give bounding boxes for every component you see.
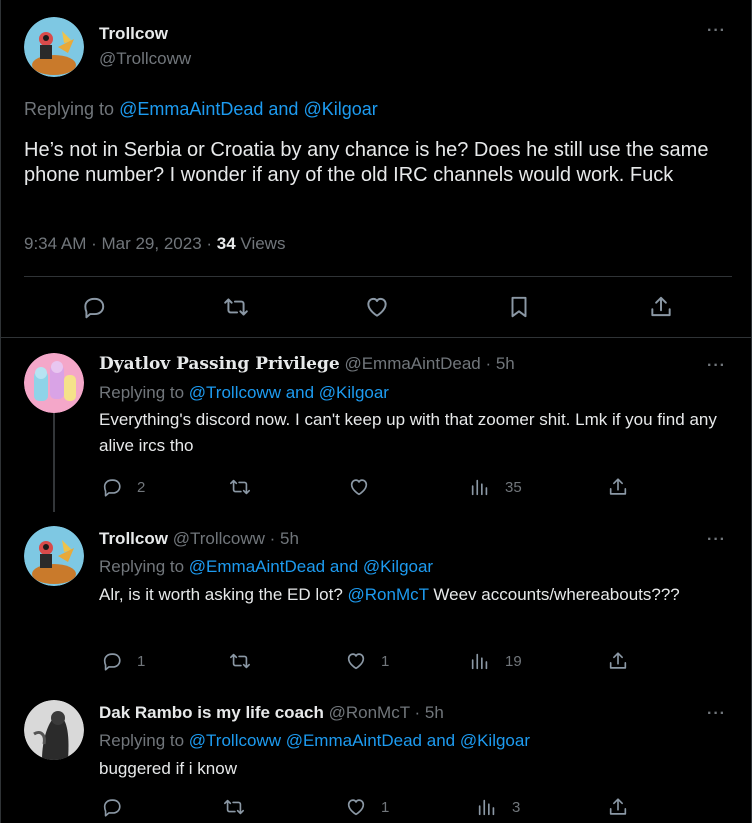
replying-to-users[interactable]: @Trollcoww @EmmaAintDead and @Kilgoar bbox=[189, 731, 530, 750]
tweet-timestamp[interactable]: 9:34 AM · Mar 29, 2023 · bbox=[24, 234, 217, 253]
thread-line bbox=[53, 412, 55, 512]
share-icon bbox=[651, 296, 671, 317]
replying-to-users[interactable]: @EmmaAintDead and @Kilgoar bbox=[119, 99, 378, 119]
retweet-icon bbox=[224, 799, 244, 815]
replying-to: Replying to @EmmaAintDead and @Kilgoar bbox=[99, 557, 433, 577]
avatar-emmaaintdead[interactable] bbox=[24, 353, 84, 413]
like-button[interactable]: 1 bbox=[345, 650, 389, 672]
views-button[interactable]: 35 bbox=[469, 476, 522, 498]
replying-to-users[interactable]: @Trollcoww and @Kilgoar bbox=[189, 383, 389, 402]
reply-icon bbox=[103, 799, 121, 817]
reply-tweet[interactable]: Dyatlov Passing Privilege @EmmaAintDead … bbox=[1, 340, 752, 512]
views-icon bbox=[478, 799, 495, 816]
views-count: 34 bbox=[216, 234, 236, 253]
retweet-button[interactable] bbox=[223, 796, 259, 818]
replying-to: Replying to @EmmaAintDead and @Kilgoar bbox=[24, 99, 378, 120]
author-handle[interactable]: @Trollcoww · 5h bbox=[173, 529, 299, 548]
more-options-icon[interactable]: ··· bbox=[707, 705, 726, 723]
views-label: Views bbox=[235, 234, 286, 253]
replying-to: Replying to @Trollcoww and @Kilgoar bbox=[99, 383, 389, 403]
replying-label: Replying to bbox=[99, 557, 185, 576]
more-options-icon[interactable]: ··· bbox=[707, 22, 726, 40]
reply-text-part: Alr, is it worth asking the ED lot? bbox=[99, 585, 348, 604]
share-button[interactable] bbox=[607, 476, 629, 498]
reply-text: buggered if i know bbox=[99, 759, 237, 778]
retweet-icon bbox=[224, 298, 248, 316]
like-count: 1 bbox=[381, 798, 390, 816]
view-count: 19 bbox=[505, 652, 522, 670]
author-line: Trollcow @Trollcoww · 5h bbox=[99, 529, 299, 549]
reply-button[interactable]: 2 bbox=[101, 476, 145, 498]
reply-text: Alr, is it worth asking the ED lot? @Ron… bbox=[99, 582, 739, 608]
mention-link[interactable]: @RonMcT bbox=[348, 585, 429, 604]
views-button[interactable]: 3 bbox=[476, 796, 520, 818]
tweet-meta: 9:34 AM · Mar 29, 2023 · 34 Views bbox=[24, 234, 285, 254]
main-action-bar bbox=[1, 288, 752, 328]
divider bbox=[24, 276, 732, 277]
reply-tweet[interactable]: Trollcow @Trollcoww · 5h ··· Replying to… bbox=[1, 514, 752, 684]
retweet-button[interactable] bbox=[229, 476, 265, 498]
author-name[interactable]: Trollcow bbox=[99, 529, 168, 548]
more-options-icon[interactable]: ··· bbox=[707, 531, 726, 549]
reply-tweet[interactable]: Dak Rambo is my life coach @RonMcT · 5h … bbox=[1, 688, 752, 823]
heart-icon bbox=[347, 799, 365, 816]
share-icon bbox=[609, 478, 627, 495]
avatar-trollcow[interactable] bbox=[24, 17, 84, 77]
reply-count: 2 bbox=[137, 478, 146, 496]
reply-button[interactable] bbox=[81, 294, 107, 320]
replying-label: Replying to bbox=[99, 383, 185, 402]
bookmark-icon bbox=[511, 296, 527, 318]
views-button[interactable]: 19 bbox=[469, 650, 522, 672]
avatar-ronmct[interactable] bbox=[24, 700, 84, 760]
avatar-trollcow[interactable] bbox=[24, 526, 84, 586]
like-button[interactable]: 1 bbox=[345, 796, 389, 818]
heart-icon bbox=[367, 297, 387, 317]
views-icon bbox=[471, 653, 488, 670]
retweet-button[interactable] bbox=[223, 294, 249, 320]
replying-to-users[interactable]: @EmmaAintDead and @Kilgoar bbox=[189, 557, 433, 576]
author-name[interactable]: Trollcow bbox=[99, 24, 168, 44]
more-options-icon[interactable]: ··· bbox=[707, 357, 726, 375]
like-button[interactable] bbox=[364, 294, 390, 320]
heart-icon bbox=[350, 479, 368, 496]
tweet-thread: Trollcow @Trollcoww ··· Replying to @Emm… bbox=[0, 0, 752, 823]
view-count: 3 bbox=[512, 798, 521, 816]
replying-label: Replying to bbox=[99, 731, 185, 750]
share-icon bbox=[609, 798, 627, 815]
retweet-button[interactable] bbox=[229, 650, 265, 672]
divider bbox=[1, 337, 752, 338]
like-button[interactable] bbox=[348, 476, 384, 498]
reply-count: 1 bbox=[137, 652, 146, 670]
view-count: 35 bbox=[505, 478, 522, 496]
views-icon bbox=[471, 479, 488, 496]
reply-icon bbox=[84, 297, 105, 319]
like-count: 1 bbox=[381, 652, 390, 670]
author-name[interactable]: Dyatlov Passing Privilege bbox=[99, 354, 340, 374]
tweet-text: He’s not in Serbia or Croatia by any cha… bbox=[24, 139, 709, 186]
retweet-icon bbox=[230, 653, 250, 669]
replying-to: Replying to @Trollcoww @EmmaAintDead and… bbox=[99, 731, 530, 751]
reply-text: Everything's discord now. I can't keep u… bbox=[99, 410, 717, 455]
reply-icon bbox=[103, 653, 121, 671]
share-button[interactable] bbox=[648, 294, 674, 320]
author-handle[interactable]: @EmmaAintDead · 5h bbox=[344, 354, 514, 373]
retweet-icon bbox=[230, 479, 250, 495]
reply-icon bbox=[103, 479, 121, 497]
replying-label: Replying to bbox=[24, 99, 115, 119]
heart-icon bbox=[347, 653, 365, 670]
share-button[interactable] bbox=[607, 650, 629, 672]
reply-text-part: Weev accounts/whereabouts??? bbox=[428, 585, 680, 604]
share-button[interactable] bbox=[607, 796, 629, 818]
main-tweet: Trollcow @Trollcoww ··· Replying to @Emm… bbox=[1, 0, 752, 340]
author-handle[interactable]: @RonMcT · 5h bbox=[329, 703, 444, 722]
author-line: Dak Rambo is my life coach @RonMcT · 5h bbox=[99, 703, 444, 723]
reply-button[interactable]: 1 bbox=[101, 650, 145, 672]
bookmark-button[interactable] bbox=[506, 294, 532, 320]
author-handle[interactable]: @Trollcoww bbox=[99, 49, 191, 69]
share-icon bbox=[609, 652, 627, 669]
author-line: Dyatlov Passing Privilege @EmmaAintDead … bbox=[99, 354, 515, 374]
reply-button[interactable] bbox=[101, 796, 137, 818]
author-name[interactable]: Dak Rambo is my life coach bbox=[99, 703, 324, 722]
